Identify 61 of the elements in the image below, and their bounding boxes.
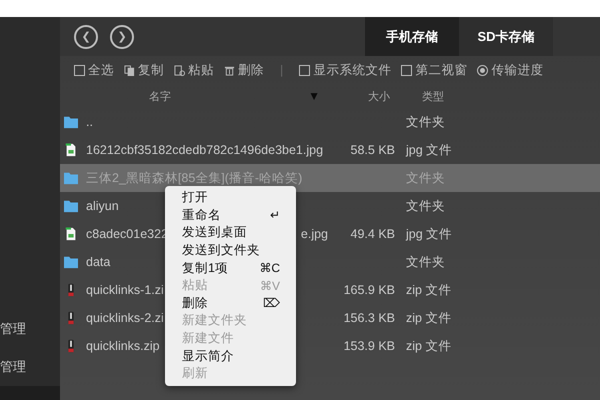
radio-button[interactable] (477, 64, 488, 76)
option-label: 第二视窗 (415, 62, 468, 78)
sidebar-item[interactable]: 管理 (0, 310, 60, 348)
file-type: 文件夹 (406, 198, 445, 212)
forward-button[interactable]: ❯ (110, 24, 134, 48)
back-button[interactable]: ❮ (74, 24, 98, 48)
file-name: 16212cbf35182cdedb782c1496de3be1.jpg (86, 143, 324, 157)
trash-icon (224, 64, 235, 76)
file-type: jpg 文件 (406, 142, 452, 156)
menu-item[interactable]: 显示简介 (165, 347, 296, 365)
file-name: aliyun (86, 199, 119, 213)
file-name: quicklinks-1.zi (86, 283, 164, 297)
file-size: 156.3 KB (344, 311, 395, 325)
option-label: 全选 (88, 62, 114, 78)
file-size: 49.4 KB (350, 227, 395, 241)
file-size: 153.9 KB (344, 339, 395, 353)
column-header[interactable]: 类型 (422, 90, 444, 102)
sidebar-highlight (0, 386, 60, 400)
file-type: 文件夹 (406, 170, 445, 184)
menu-item[interactable]: 重命名 ↵ (165, 206, 296, 224)
file-type: jpg 文件 (406, 226, 452, 240)
file-type: 文件夹 (406, 254, 445, 268)
file-name: data (86, 255, 110, 269)
folder-icon (64, 255, 78, 269)
file-type: zip 文件 (406, 282, 452, 296)
checkbox[interactable] (74, 64, 85, 76)
toolbar-button[interactable]: 删除 (238, 62, 264, 78)
column-header[interactable]: 名字 (149, 90, 171, 102)
menu-item[interactable]: 发送到文件夹 (165, 242, 296, 260)
separator: | (280, 63, 284, 77)
option-label: 显示系统文件 (313, 62, 392, 78)
menu-item[interactable]: 删除 ⌦ (165, 294, 296, 312)
image-file-icon (64, 143, 78, 157)
checkbox[interactable] (401, 64, 412, 76)
file-type: 文件夹 (406, 114, 445, 128)
file-name: quicklinks-2.zi (86, 311, 164, 325)
checkbox[interactable] (299, 64, 310, 76)
column-header[interactable]: 大小 (368, 90, 390, 102)
folder-icon (64, 199, 78, 213)
toolbar-button[interactable]: 粘贴 (188, 62, 214, 78)
folder-icon (64, 115, 78, 129)
file-size: 58.5 KB (350, 143, 395, 157)
sidebar-item[interactable]: 管理 (0, 348, 60, 386)
image-file-icon (64, 227, 78, 241)
paste-icon (174, 64, 185, 76)
storage-tab[interactable]: 手机存储 (365, 17, 459, 56)
file-size: 165.9 KB (344, 283, 395, 297)
copy-icon (124, 64, 135, 76)
option-label: 传输进度 (491, 62, 544, 78)
toolbar-button[interactable]: 复制 (138, 62, 164, 78)
menu-item[interactable]: 复制1项 ⌘C (165, 259, 296, 277)
file-name: 三体2_黑暗森林[85全集](播音-哈哈笑) (86, 170, 302, 186)
menu-item[interactable]: 发送到桌面 (165, 224, 296, 242)
folder-icon (64, 171, 78, 185)
file-type: zip 文件 (406, 310, 452, 324)
file-name: quicklinks.zip (86, 339, 160, 353)
menu-item[interactable]: 打开 (165, 189, 296, 207)
file-name: e.jpg (300, 227, 328, 241)
storage-tab[interactable]: SD卡存储 (459, 17, 553, 56)
file-type: zip 文件 (406, 338, 452, 352)
file-name: .. (86, 115, 93, 129)
